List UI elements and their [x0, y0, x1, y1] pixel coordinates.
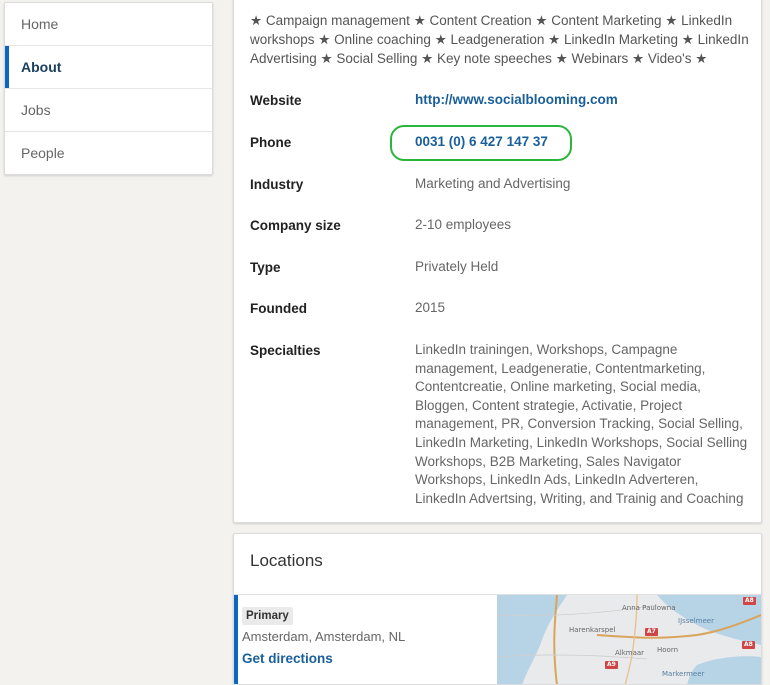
road-badge-a7: A7 [645, 628, 658, 636]
company-description: ★ Campaign management ★ Content Creation… [250, 13, 749, 66]
location-map[interactable]: Anna Paulowna IJsselmeer Harenkarspel Al… [497, 595, 761, 684]
location-address: Amsterdam, Amsterdam, NL [242, 629, 406, 644]
specialties-label: Specialties [250, 343, 321, 358]
map-label-markermeer: Markermeer [662, 670, 705, 678]
map-label-alkmaar: Alkmaar [615, 649, 645, 657]
road-badge-a9: A9 [605, 661, 618, 669]
primary-badge: Primary [242, 607, 293, 625]
road-badge-a8-east: A8 [742, 641, 755, 649]
nav-item-people[interactable]: People [5, 131, 212, 174]
company-size-value: 2-10 employees [415, 217, 512, 232]
map-label-hoorn: Hoorn [657, 646, 679, 654]
type-value: Privately Held [415, 259, 499, 274]
map-label-usselmeer: IJsselmeer [678, 617, 714, 625]
get-directions-link[interactable]: Get directions [242, 651, 333, 666]
founded-value: 2015 [415, 300, 446, 315]
locations-title: Locations [250, 551, 323, 570]
phone-label: Phone [250, 135, 292, 150]
road-badge-a8: A8 [743, 597, 756, 605]
industry-value: Marketing and Advertising [415, 176, 571, 191]
company-size-label: Company size [250, 218, 341, 233]
website-label: Website [250, 93, 302, 108]
about-card: ★ Campaign management ★ Content Creation… [233, 0, 762, 523]
nav-item-home[interactable]: Home [5, 3, 212, 45]
map-label-harenkarspel: Harenkarspel [569, 626, 616, 634]
map-label-anna-paulowna: Anna Paulowna [622, 604, 676, 612]
founded-label: Founded [250, 301, 307, 316]
specialties-value: LinkedIn trainingen, Workshops, Campagne… [415, 342, 748, 506]
company-sidebar-nav: Home About Jobs People [4, 2, 213, 175]
location-entry-primary[interactable]: Primary Amsterdam, Amsterdam, NL Get dir… [234, 595, 497, 684]
locations-card: Locations Primary Amsterdam, Amsterdam, … [233, 533, 762, 685]
phone-highlight-circle [390, 125, 572, 161]
industry-label: Industry [250, 177, 304, 192]
type-label: Type [250, 260, 281, 275]
nav-item-about[interactable]: About [5, 45, 212, 88]
website-link[interactable]: http://www.socialblooming.com [415, 91, 750, 110]
nav-item-jobs[interactable]: Jobs [5, 88, 212, 131]
